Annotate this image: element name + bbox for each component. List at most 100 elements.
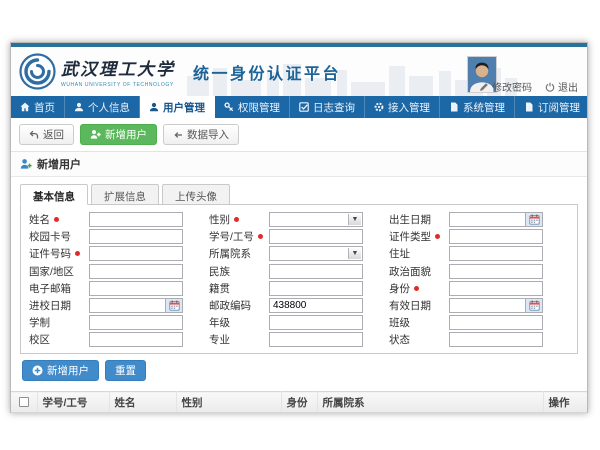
back-button[interactable]: 返回 (19, 124, 74, 145)
table-header-5: 所属院系 (317, 392, 543, 413)
education-length-input[interactable] (89, 315, 183, 330)
submit-add-user-button[interactable]: 新增用户 (22, 360, 99, 381)
nav-item-subscription-management[interactable]: 订阅管理 (515, 96, 590, 118)
form-column-2: 性别▼学号/工号所属院系▼民族籍贯邮政编码年级专业 (209, 211, 389, 347)
birth-date-date-field (449, 212, 543, 227)
name-input[interactable] (89, 212, 183, 227)
status-label: 状态 (389, 332, 449, 347)
nav-item-label: 个人信息 (88, 100, 130, 115)
native-place-field-row: 籍贯 (209, 280, 389, 297)
campus-input[interactable] (89, 332, 183, 347)
logout-link[interactable]: 退出 (545, 79, 578, 94)
tab-extended-info[interactable]: 扩展信息 (91, 184, 159, 205)
class-input[interactable] (449, 315, 543, 330)
university-logo (19, 53, 56, 90)
department-select[interactable]: ▼ (269, 246, 363, 261)
valid-date-date-field (449, 298, 543, 313)
gender-field-row: 性别▼ (209, 211, 389, 228)
form-column-3: 出生日期证件类型住址政治面貌身份有效日期班级状态 (389, 211, 569, 347)
user-icon (74, 102, 84, 112)
birth-date-input[interactable] (449, 212, 526, 227)
campus-card-no-label: 校园卡号 (29, 229, 89, 244)
add-user-button[interactable]: 新增用户 (80, 124, 157, 145)
identity-input[interactable] (449, 281, 543, 296)
id-number-field-row: 证件号码 (29, 245, 209, 262)
nav-item-permission-management[interactable]: 权限管理 (215, 96, 290, 118)
student-no-field-row: 学号/工号 (209, 228, 389, 245)
political-status-label: 政治面貌 (389, 264, 449, 279)
data-import-button-label: 数据导入 (187, 127, 229, 142)
grade-field-row: 年级 (209, 314, 389, 331)
import-arrow-icon (173, 130, 183, 140)
country-region-label: 国家/地区 (29, 264, 89, 279)
campus-card-no-input[interactable] (89, 229, 183, 244)
status-input[interactable] (449, 332, 543, 347)
user-plus-icon (90, 129, 101, 140)
calendar-icon[interactable] (526, 212, 543, 227)
circle-plus-icon (32, 365, 43, 376)
logout-label: 退出 (558, 79, 578, 94)
nav-item-system-management[interactable]: 系统管理 (440, 96, 515, 118)
nav-item-home[interactable]: 首页 (11, 96, 65, 118)
power-icon (545, 82, 555, 92)
platform-title: 统一身份认证平台 (193, 60, 341, 84)
campus-field-row: 校区 (29, 331, 209, 348)
calendar-icon[interactable] (166, 298, 183, 313)
required-marker (75, 251, 80, 256)
country-region-input[interactable] (89, 264, 183, 279)
table-header-2: 姓名 (109, 392, 176, 413)
nav-item-access-management[interactable]: 接入管理 (365, 96, 440, 118)
entry-date-input[interactable] (89, 298, 166, 313)
nav-item-personal-info[interactable]: 个人信息 (65, 96, 140, 118)
postal-code-input[interactable] (269, 298, 363, 313)
header-links: 修改密码 退出 (479, 79, 578, 94)
select-all-header-cell (11, 392, 37, 413)
nav-item-user-management[interactable]: 用户管理 (140, 96, 215, 118)
gender-select[interactable]: ▼ (269, 212, 363, 227)
table-header-4: 身份 (281, 392, 317, 413)
main-nav: 首页 个人信息用户管理 权限管理日志查询接入管理系统管理订阅管理 (11, 96, 587, 118)
campus-card-no-field-row: 校园卡号 (29, 228, 209, 245)
political-status-input[interactable] (449, 264, 543, 279)
address-field-row: 住址 (389, 245, 569, 262)
calendar-icon[interactable] (526, 298, 543, 313)
native-place-input[interactable] (269, 281, 363, 296)
app-window: 武汉理工大学 WUHAN UNIVERSITY OF TECHNOLOGY 统一… (10, 42, 588, 413)
chevron-down-icon: ▼ (348, 214, 361, 225)
user-table-header-row: 学号/工号姓名性别身份所属院系操作 (11, 392, 587, 413)
grade-input[interactable] (269, 315, 363, 330)
nav-item-log-query[interactable]: 日志查询 (290, 96, 365, 118)
tabs: 基本信息扩展信息上传头像 (20, 184, 578, 205)
reset-button-label: 重置 (115, 363, 136, 378)
valid-date-input[interactable] (449, 298, 526, 313)
postal-code-field-row: 邮政编码 (209, 297, 389, 314)
department-field-row: 所属院系▼ (209, 245, 389, 262)
section-title: 新增用户 (37, 156, 81, 172)
table-header-3: 性别 (176, 392, 281, 413)
data-import-button[interactable]: 数据导入 (163, 124, 239, 145)
major-label: 专业 (209, 332, 269, 347)
major-input[interactable] (269, 332, 363, 347)
table-header-6: 操作 (543, 392, 587, 413)
user-table: 学号/工号姓名性别身份所属院系操作 (11, 391, 587, 422)
select-all-checkbox[interactable] (19, 397, 29, 407)
name-label: 姓名 (29, 212, 89, 227)
valid-date-field-row: 有效日期 (389, 297, 569, 314)
ethnicity-input[interactable] (269, 264, 363, 279)
tab-upload-avatar[interactable]: 上传头像 (162, 184, 230, 205)
reset-button[interactable]: 重置 (105, 360, 146, 381)
education-length-label: 学制 (29, 315, 89, 330)
nav-item-label: 权限管理 (238, 100, 280, 115)
id-type-input[interactable] (449, 229, 543, 244)
id-number-input[interactable] (89, 246, 183, 261)
education-length-field-row: 学制 (29, 314, 209, 331)
gear-icon (374, 102, 384, 112)
email-input[interactable] (89, 281, 183, 296)
change-password-link[interactable]: 修改密码 (479, 79, 532, 94)
major-field-row: 专业 (209, 331, 389, 348)
student-no-input[interactable] (269, 229, 363, 244)
tab-basic-info[interactable]: 基本信息 (20, 184, 88, 205)
political-status-field-row: 政治面貌 (389, 263, 569, 280)
address-input[interactable] (449, 246, 543, 261)
class-field-row: 班级 (389, 314, 569, 331)
